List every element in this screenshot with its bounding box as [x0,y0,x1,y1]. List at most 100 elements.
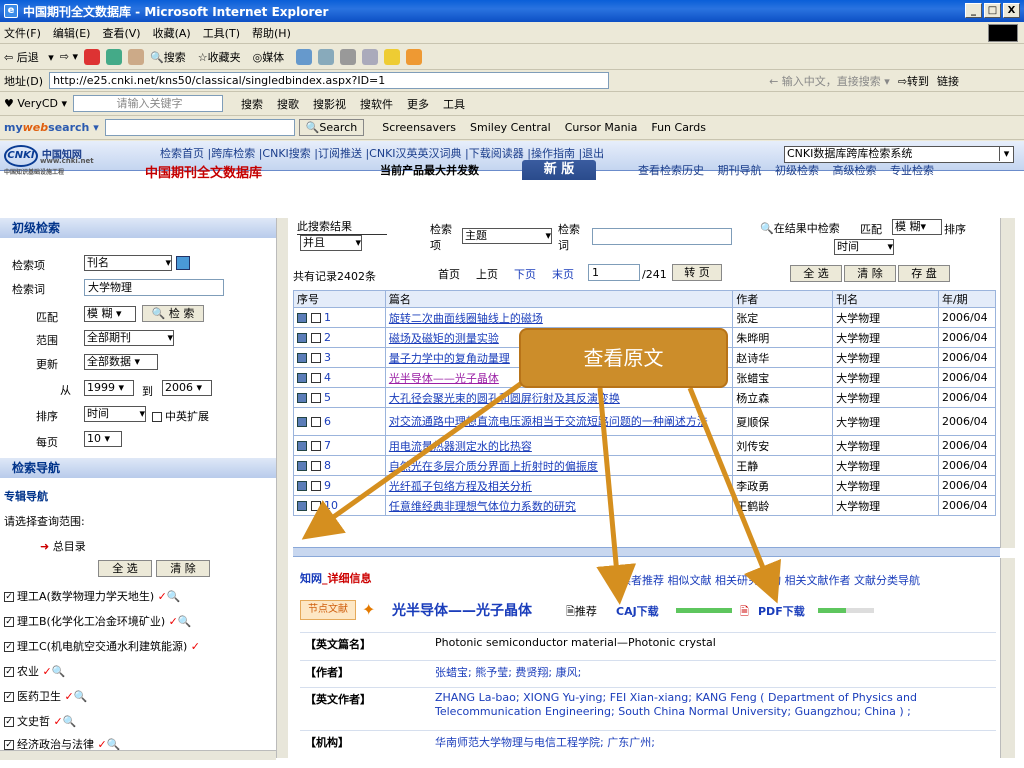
goto-page-button[interactable]: 转 页 [672,264,722,281]
field-select[interactable]: 刊名 ▾ [84,255,172,271]
category-item[interactable]: ✓ 理工A(数学物理力学天地生) ✓🔍 [4,588,181,604]
verycd-tools[interactable]: 工具 [443,96,465,112]
nav-clear-button[interactable]: 清 除 [156,560,210,577]
category-checkbox[interactable]: ✓ [4,692,14,702]
magnifier-icon[interactable]: 🔍 [178,615,192,628]
special-nav[interactable]: 专辑导航 [4,488,48,504]
caj-download-link[interactable]: CAJ下载 [616,603,659,619]
document-icon[interactable] [297,333,307,343]
menu-favorites[interactable]: 收藏(A) [153,25,191,41]
forward-button[interactable]: ⇨ ▾ [60,50,78,63]
verycd-software[interactable]: 搜软件 [360,96,393,112]
cnki-logo[interactable]: CNKI 中国知网 www.cnki.net 中国知识基础设施工程 [4,145,140,176]
pane-splitter[interactable] [293,547,1000,557]
magnifier-icon[interactable]: 🔍 [52,665,66,678]
minimize-button[interactable]: _ [965,3,982,18]
funcards-link[interactable]: Fun Cards [651,121,706,134]
toolbar-extra-icon[interactable] [406,48,423,65]
category-checkbox[interactable]: ✓ [4,667,14,677]
recommend-link[interactable]: 🗎推荐 [566,603,597,622]
category-checkbox[interactable]: ✓ [4,642,14,652]
verycd-video[interactable]: 搜影视 [313,96,346,112]
row-checkbox[interactable] [311,461,321,471]
search-within-button[interactable]: 🔍在结果中检索 [760,220,840,236]
word-input[interactable]: 大学物理 [84,279,224,296]
row-checkbox[interactable] [311,441,321,451]
row-checkbox[interactable] [311,417,321,427]
pager-next[interactable]: 下页 [514,266,536,282]
document-icon[interactable] [297,373,307,383]
row-checkbox[interactable] [311,333,321,343]
address-input[interactable]: http://e25.cnki.net/kns50/classical/sing… [49,72,610,89]
basic-search-link[interactable]: 初级检索 [775,164,819,177]
row-checkbox[interactable] [311,313,321,323]
document-icon[interactable] [297,441,307,451]
category-item[interactable]: ✓ 医药卫生 ✓🔍 [4,688,87,704]
sort-select[interactable]: 时间 ▾ [84,406,146,422]
article-link[interactable]: 自然光在多层介质分界面上折射时的偏振度 [389,460,598,473]
row-checkbox[interactable] [311,373,321,383]
article-link[interactable]: 光纤孤子包络方程及相关分析 [389,480,532,493]
back-button[interactable]: ⇦ 后退 ▾ [4,49,54,65]
journal-nav-link[interactable]: 期刊导航 [718,164,762,177]
magnifier-icon[interactable]: 🔍 [63,715,77,728]
article-link[interactable]: 旋转二次曲面线圈轴线上的磁场 [389,312,543,325]
advanced-search-link[interactable]: 高级检索 [833,164,877,177]
catalog-link[interactable]: ➜ 总目录 [40,538,86,554]
refresh-icon[interactable] [106,48,122,65]
magnifier-icon[interactable]: 🔍 [167,590,181,603]
pager-first[interactable]: 首页 [438,266,460,282]
field-help-icon[interactable] [176,256,190,270]
category-item[interactable]: ✓ 理工C(机电航空交通水利建筑能源) ✓ [4,638,200,654]
update-select[interactable]: 全部数据 ▾ [84,354,158,370]
save-button[interactable]: 存 盘 [898,265,950,282]
category-item[interactable]: ✓ 理工B(化学化工冶金环境矿业) ✓🔍 [4,613,192,629]
print-icon[interactable] [340,48,357,65]
article-link[interactable]: 用电流量热器测定水的比热容 [389,440,532,453]
expand-checkbox[interactable] [152,412,162,422]
from-year-select[interactable]: 1999 ▾ [84,380,134,396]
article-link[interactable]: 磁场及磁矩的测量实验 [389,332,499,345]
article-link[interactable]: 大孔径会聚光束的圆孔和圆屏衍射及其反演变换 [389,392,620,405]
article-link[interactable]: 对交流通路中理想直流电压源相当于交流短路问题的一种阐述方法 [389,415,708,428]
category-checkbox[interactable]: ✓ [4,617,14,627]
favorites-button[interactable]: ☆收藏夹 [198,49,247,65]
document-icon[interactable] [297,461,307,471]
within-sort-select[interactable]: 时间 ▾ [834,239,894,255]
links-button[interactable]: 链接 [937,73,959,89]
home-icon[interactable] [128,48,144,65]
detail-related-links[interactable]: 读者推荐 相似文献 相关研究机构 相关文献作者 文献分类导航 [620,572,920,588]
range-select[interactable]: 全部期刊 ▾ [84,330,174,346]
match-select[interactable]: 模 糊 ▾ [84,306,136,322]
category-checkbox[interactable]: ✓ [4,740,14,750]
smiley-link[interactable]: Smiley Central [470,121,551,134]
within-match-select[interactable]: 模 糊▾ [892,219,942,235]
expert-search-link[interactable]: 专业检索 [890,164,934,177]
detail-value[interactable]: 张蜡宝; 熊予莹; 费贤翔; 康风; [430,661,996,683]
document-icon[interactable] [297,393,307,403]
perpage-select[interactable]: 10 ▾ [84,431,122,447]
within-word-input[interactable] [592,228,732,245]
select-all-button[interactable]: 全 选 [790,265,842,282]
menu-tools[interactable]: 工具(T) [203,25,240,41]
search-history-link[interactable]: 查看检索历史 [638,164,704,177]
within-and-select[interactable]: 并且 ▾ [300,235,362,251]
mywebsearch-search-button[interactable]: 🔍Search [298,119,365,136]
row-checkbox[interactable] [311,353,321,363]
detail-value[interactable]: 华南师范大学物理与电信工程学院; 广东广州; [430,731,996,753]
media-button[interactable]: ◎媒体 [253,49,291,65]
pager-prev[interactable]: 上页 [476,266,498,282]
detail-scrollbar[interactable] [1000,558,1015,758]
expand-option[interactable]: 中英扩展 [152,408,209,424]
verycd-music[interactable]: 搜歌 [277,96,299,112]
edit-icon[interactable] [362,48,379,65]
within-field-select[interactable]: 主题 ▾ [462,228,552,244]
screensavers-link[interactable]: Screensavers [382,121,456,134]
history-icon[interactable] [296,48,313,65]
menu-help[interactable]: 帮助(H) [252,25,291,41]
verycd-brand[interactable]: ♥ VeryCD ▾ [4,97,67,110]
pager-last[interactable]: 末页 [552,266,574,282]
to-year-select[interactable]: 2006 ▾ [162,380,212,396]
detail-value[interactable]: ZHANG La-bao; XIONG Yu-ying; FEI Xian-xi… [430,688,996,722]
nav-select-all-button[interactable]: 全 选 [98,560,152,577]
